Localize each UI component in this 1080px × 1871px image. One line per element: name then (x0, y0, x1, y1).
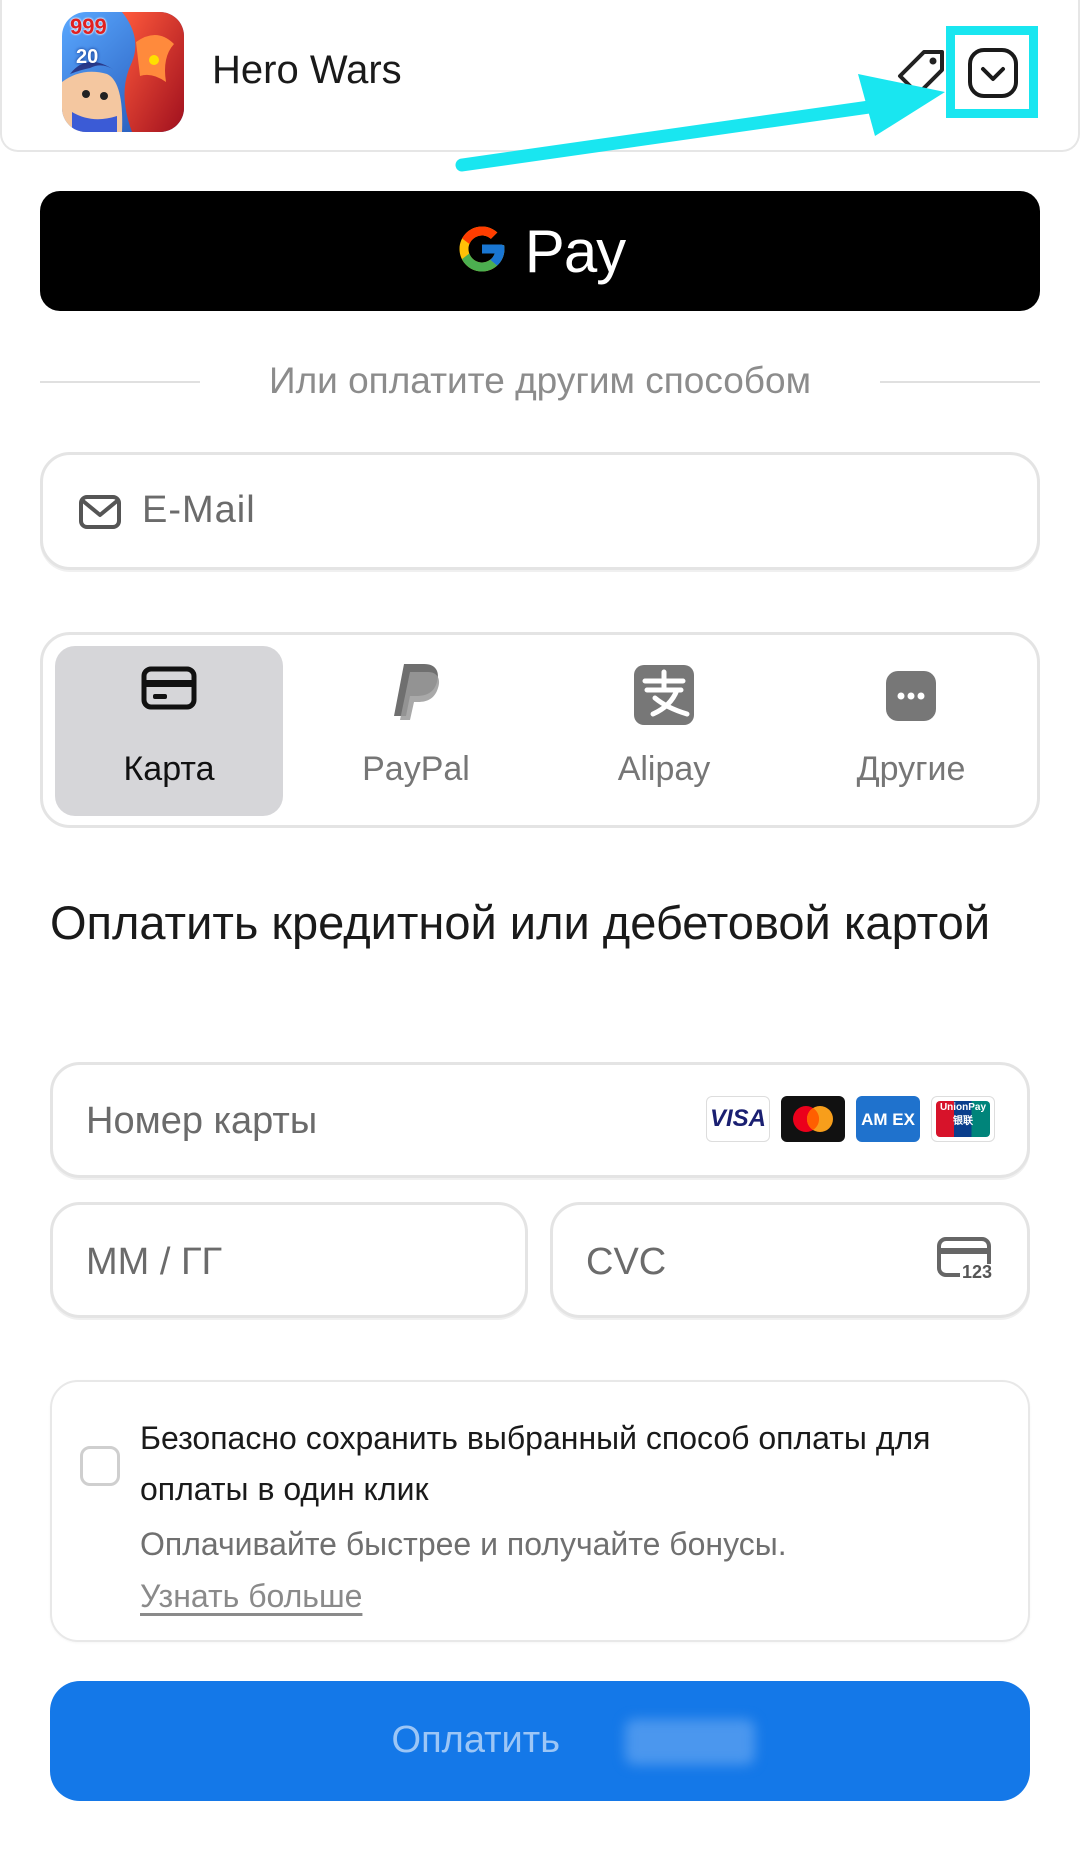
method-label: Другие (856, 750, 966, 788)
expiry-placeholder: ММ / ГГ (86, 1241, 223, 1283)
unionpay-logo: UnionPay 银联 (931, 1096, 995, 1142)
pay-button[interactable]: Оплатить (50, 1681, 1030, 1801)
save-payment-checkbox[interactable] (80, 1446, 120, 1486)
annotation-arrow (455, 74, 945, 172)
save-payment-title: Безопасно сохранить выбранный способ опл… (140, 1420, 931, 1507)
pay-amount-redacted (625, 1719, 755, 1765)
method-label: Карта (123, 750, 215, 788)
method-paypal[interactable]: PayPal (302, 646, 530, 816)
google-g-icon (455, 222, 509, 281)
unionpay-logo-text: UnionPay 银联 (936, 1101, 990, 1137)
email-placeholder: E-Mail (142, 489, 256, 531)
mastercard-logo (781, 1096, 845, 1142)
method-card[interactable]: Карта (55, 646, 283, 816)
cvc-icon-digits: 123 (962, 1262, 993, 1282)
more-icon (885, 670, 937, 727)
save-payment-subtitle: Оплачивайте быстрее и получайте бонусы. (140, 1526, 787, 1562)
paypal-icon (390, 660, 442, 727)
method-other[interactable]: Другие (797, 646, 1025, 816)
amex-logo: AM EX (856, 1096, 920, 1142)
cvc-placeholder: CVC (586, 1241, 667, 1283)
google-pay-label: Pay (524, 217, 626, 285)
learn-more-link[interactable]: Узнать больше (140, 1578, 362, 1615)
alt-payment-divider-text: Или оплатите другим способом (268, 360, 812, 401)
mail-icon (78, 494, 122, 530)
card-section-title: Оплатить кредитной или дебетовой картой (50, 896, 991, 949)
method-label: Alipay (617, 750, 711, 788)
method-label: PayPal (362, 750, 470, 788)
google-pay-button[interactable]: Pay (40, 191, 1040, 311)
pay-button-label: Оплатить (391, 1719, 560, 1761)
method-alipay[interactable]: Alipay (550, 646, 778, 816)
alipay-icon (633, 664, 695, 731)
credit-card-icon (141, 666, 197, 715)
visa-logo: VISA (706, 1096, 770, 1142)
card-number-placeholder: Номер карты (86, 1100, 318, 1142)
